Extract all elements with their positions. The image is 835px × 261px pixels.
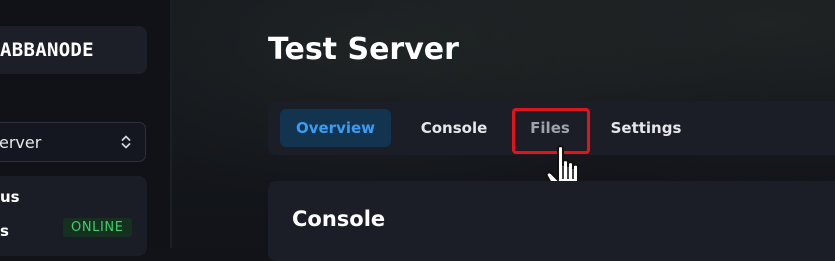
tab-console[interactable]: Console <box>408 109 500 147</box>
server-select-value: erver <box>0 132 42 152</box>
server-select[interactable]: erver <box>0 122 146 162</box>
page-title: Test Server <box>268 32 459 67</box>
tab-overview-label: Overview <box>295 119 376 137</box>
status-badge: ONLINE <box>63 218 132 237</box>
console-panel-title: Console <box>292 207 386 231</box>
chevron-updown-icon <box>121 134 131 150</box>
status-label-2: s <box>0 222 9 240</box>
tab-settings-label: Settings <box>610 119 682 137</box>
tab-console-label: Console <box>420 119 488 137</box>
sidebar: ABBANODE erver us s ONLINE <box>0 0 172 256</box>
tab-overview[interactable]: Overview <box>280 109 391 147</box>
tab-settings[interactable]: Settings <box>600 109 692 147</box>
server-status-box: us s ONLINE <box>0 176 147 256</box>
brand-logo[interactable]: ABBANODE <box>0 26 147 74</box>
console-panel: Console <box>268 181 835 261</box>
brand-name: ABBANODE <box>0 39 94 61</box>
status-label-1: us <box>0 188 20 206</box>
